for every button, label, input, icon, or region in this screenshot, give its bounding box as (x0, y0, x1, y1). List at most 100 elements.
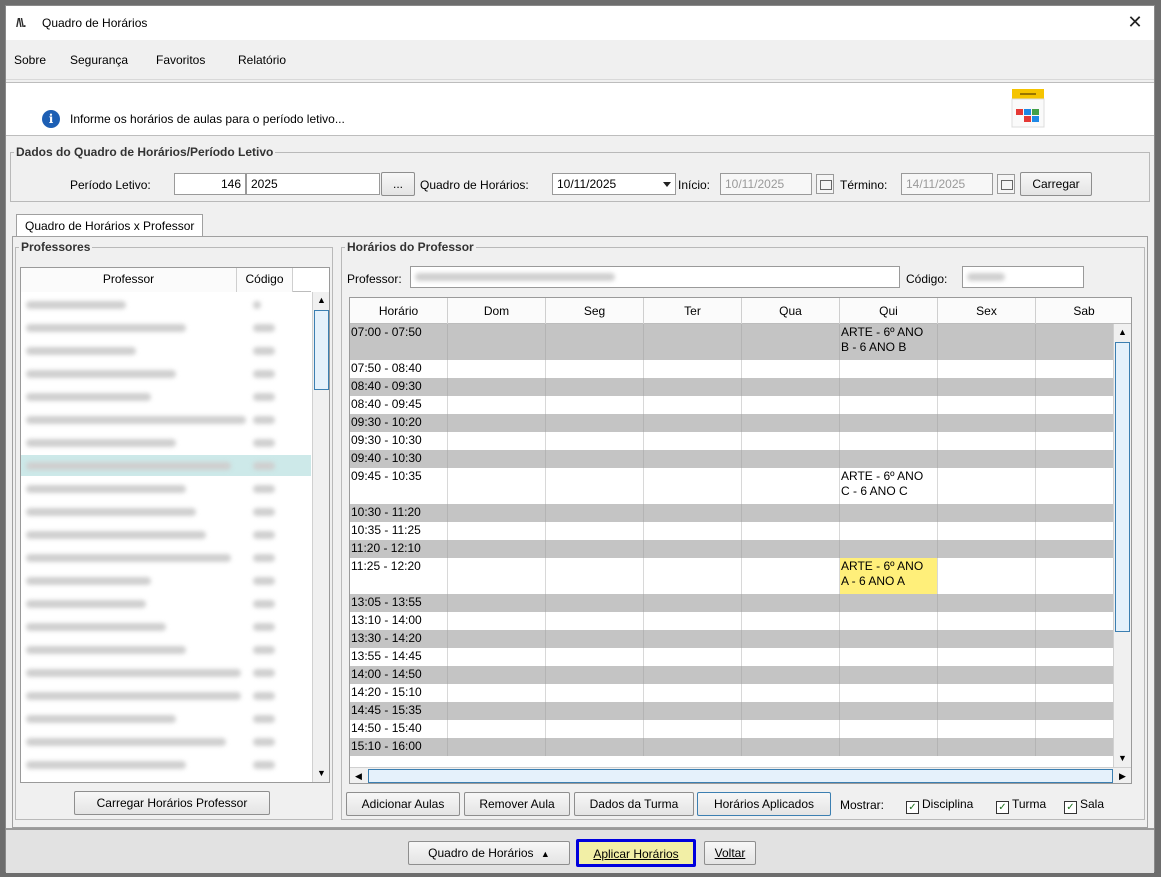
table-row[interactable]: 13:05 - 13:55 (350, 594, 1130, 612)
codigo-input[interactable] (962, 266, 1084, 288)
schedule-cell[interactable] (644, 504, 742, 522)
qui-cell[interactable] (840, 630, 938, 648)
schedule-cell[interactable] (644, 630, 742, 648)
qui-cell[interactable] (840, 378, 938, 396)
qui-cell[interactable] (840, 702, 938, 720)
inicio-calendar-icon[interactable] (816, 174, 834, 194)
time-cell[interactable]: 15:10 - 16:00 (350, 738, 448, 756)
schedule-cell[interactable] (546, 414, 644, 432)
qui-cell[interactable] (840, 504, 938, 522)
col-horario[interactable]: Horário (350, 298, 448, 324)
time-cell[interactable]: 09:40 - 10:30 (350, 450, 448, 468)
time-cell[interactable]: 11:20 - 12:10 (350, 540, 448, 558)
close-icon[interactable]: ✕ (1124, 11, 1146, 33)
list-item[interactable] (21, 317, 311, 338)
table-row[interactable]: 07:00 - 07:50 ARTE - 6º ANO B - 6 ANO B (350, 324, 1130, 360)
list-item[interactable] (21, 409, 311, 430)
periodo-name-input[interactable]: 2025 (246, 173, 380, 195)
horarios-aplicados-button[interactable]: Horários Aplicados (697, 792, 831, 816)
schedule-cell[interactable] (644, 612, 742, 630)
scroll-up-icon[interactable]: ▲ (1114, 324, 1131, 341)
schedule-cell[interactable] (742, 414, 840, 432)
schedule-cell[interactable] (546, 468, 644, 504)
schedule-cell[interactable] (938, 666, 1036, 684)
schedule-cell[interactable] (938, 432, 1036, 450)
table-row[interactable]: 09:45 - 10:35 ARTE - 6º ANO C - 6 ANO C (350, 468, 1130, 504)
schedule-cell[interactable] (742, 666, 840, 684)
list-item[interactable] (21, 639, 311, 660)
schedule-cell[interactable] (546, 522, 644, 540)
schedule-cell[interactable] (448, 432, 546, 450)
schedule-cell[interactable] (448, 702, 546, 720)
scroll-up-icon[interactable]: ▲ (313, 292, 329, 309)
termino-calendar-icon[interactable] (997, 174, 1015, 194)
schedule-cell[interactable] (742, 522, 840, 540)
time-cell[interactable]: 11:25 - 12:20 (350, 558, 448, 594)
list-item[interactable] (21, 524, 311, 545)
schedule-cell[interactable] (546, 360, 644, 378)
col-ter[interactable]: Ter (644, 298, 742, 324)
table-row[interactable]: 14:20 - 15:10 (350, 684, 1130, 702)
schedule-cell[interactable] (938, 702, 1036, 720)
schedule-cell[interactable] (546, 738, 644, 756)
tab-quadro-professor[interactable]: Quadro de Horários x Professor (16, 214, 204, 238)
remover-aula-button[interactable]: Remover Aula (464, 792, 570, 816)
time-cell[interactable]: 13:30 - 14:20 (350, 630, 448, 648)
schedule-cell[interactable] (546, 540, 644, 558)
schedule-grid[interactable]: Horário Dom Seg Ter Qua Qui Sex Sab 07:0… (349, 297, 1132, 784)
adicionar-aulas-button[interactable]: Adicionar Aulas (346, 792, 460, 816)
qui-cell[interactable] (840, 720, 938, 738)
professores-scrollbar[interactable]: ▲ ▼ (312, 292, 329, 782)
schedule-cell[interactable] (644, 468, 742, 504)
schedule-cell[interactable] (938, 414, 1036, 432)
time-cell[interactable]: 14:20 - 15:10 (350, 684, 448, 702)
table-row[interactable]: 09:30 - 10:20 (350, 414, 1130, 432)
qui-cell[interactable] (840, 738, 938, 756)
dados-turma-button[interactable]: Dados da Turma (574, 792, 694, 816)
qui-cell[interactable]: ARTE - 6º ANO C - 6 ANO C (840, 468, 938, 504)
time-cell[interactable]: 14:50 - 15:40 (350, 720, 448, 738)
table-row[interactable]: 07:50 - 08:40 (350, 360, 1130, 378)
schedule-cell[interactable] (938, 450, 1036, 468)
table-row[interactable]: 10:30 - 11:20 (350, 504, 1130, 522)
schedule-cell[interactable] (742, 720, 840, 738)
schedule-cell[interactable] (644, 522, 742, 540)
schedule-cell[interactable] (742, 738, 840, 756)
schedule-cell[interactable] (448, 504, 546, 522)
schedule-cell[interactable] (644, 558, 742, 594)
hscroll-thumb[interactable] (368, 769, 1113, 783)
schedule-cell[interactable] (546, 612, 644, 630)
col-professor[interactable]: Professor (21, 268, 237, 292)
schedule-cell[interactable] (546, 648, 644, 666)
table-row[interactable]: 08:40 - 09:30 (350, 378, 1130, 396)
schedule-cell[interactable] (546, 702, 644, 720)
schedule-cell[interactable] (938, 612, 1036, 630)
list-item[interactable] (21, 294, 311, 315)
list-item[interactable] (21, 363, 311, 384)
table-row[interactable]: 15:10 - 16:00 (350, 738, 1130, 756)
table-row[interactable]: 13:30 - 14:20 (350, 630, 1130, 648)
scrollbar-thumb[interactable] (1115, 342, 1130, 632)
qui-cell[interactable] (840, 594, 938, 612)
schedule-cell[interactable] (644, 666, 742, 684)
schedule-cell[interactable] (742, 684, 840, 702)
table-row[interactable]: 13:10 - 14:00 (350, 612, 1130, 630)
qui-cell[interactable] (840, 396, 938, 414)
schedule-cell[interactable] (742, 378, 840, 396)
schedule-cell[interactable] (742, 360, 840, 378)
schedule-cell[interactable] (938, 360, 1036, 378)
list-item[interactable] (21, 386, 311, 407)
quadro-select[interactable]: 10/11/2025 (552, 173, 676, 195)
schedule-cell[interactable] (546, 558, 644, 594)
qui-cell[interactable]: ARTE - 6º ANO A - 6 ANO A (840, 558, 938, 594)
schedule-cell[interactable] (644, 432, 742, 450)
schedule-cell[interactable] (448, 324, 546, 360)
menu-relatorio[interactable]: Relatório (238, 53, 286, 67)
schedule-cell[interactable] (546, 666, 644, 684)
list-item[interactable] (21, 708, 311, 729)
schedule-cell[interactable] (546, 720, 644, 738)
professores-list[interactable]: Professor Código ▲ ▼ (20, 267, 330, 783)
schedule-cell[interactable] (644, 450, 742, 468)
table-row[interactable]: 14:45 - 15:35 (350, 702, 1130, 720)
schedule-cell[interactable] (448, 648, 546, 666)
